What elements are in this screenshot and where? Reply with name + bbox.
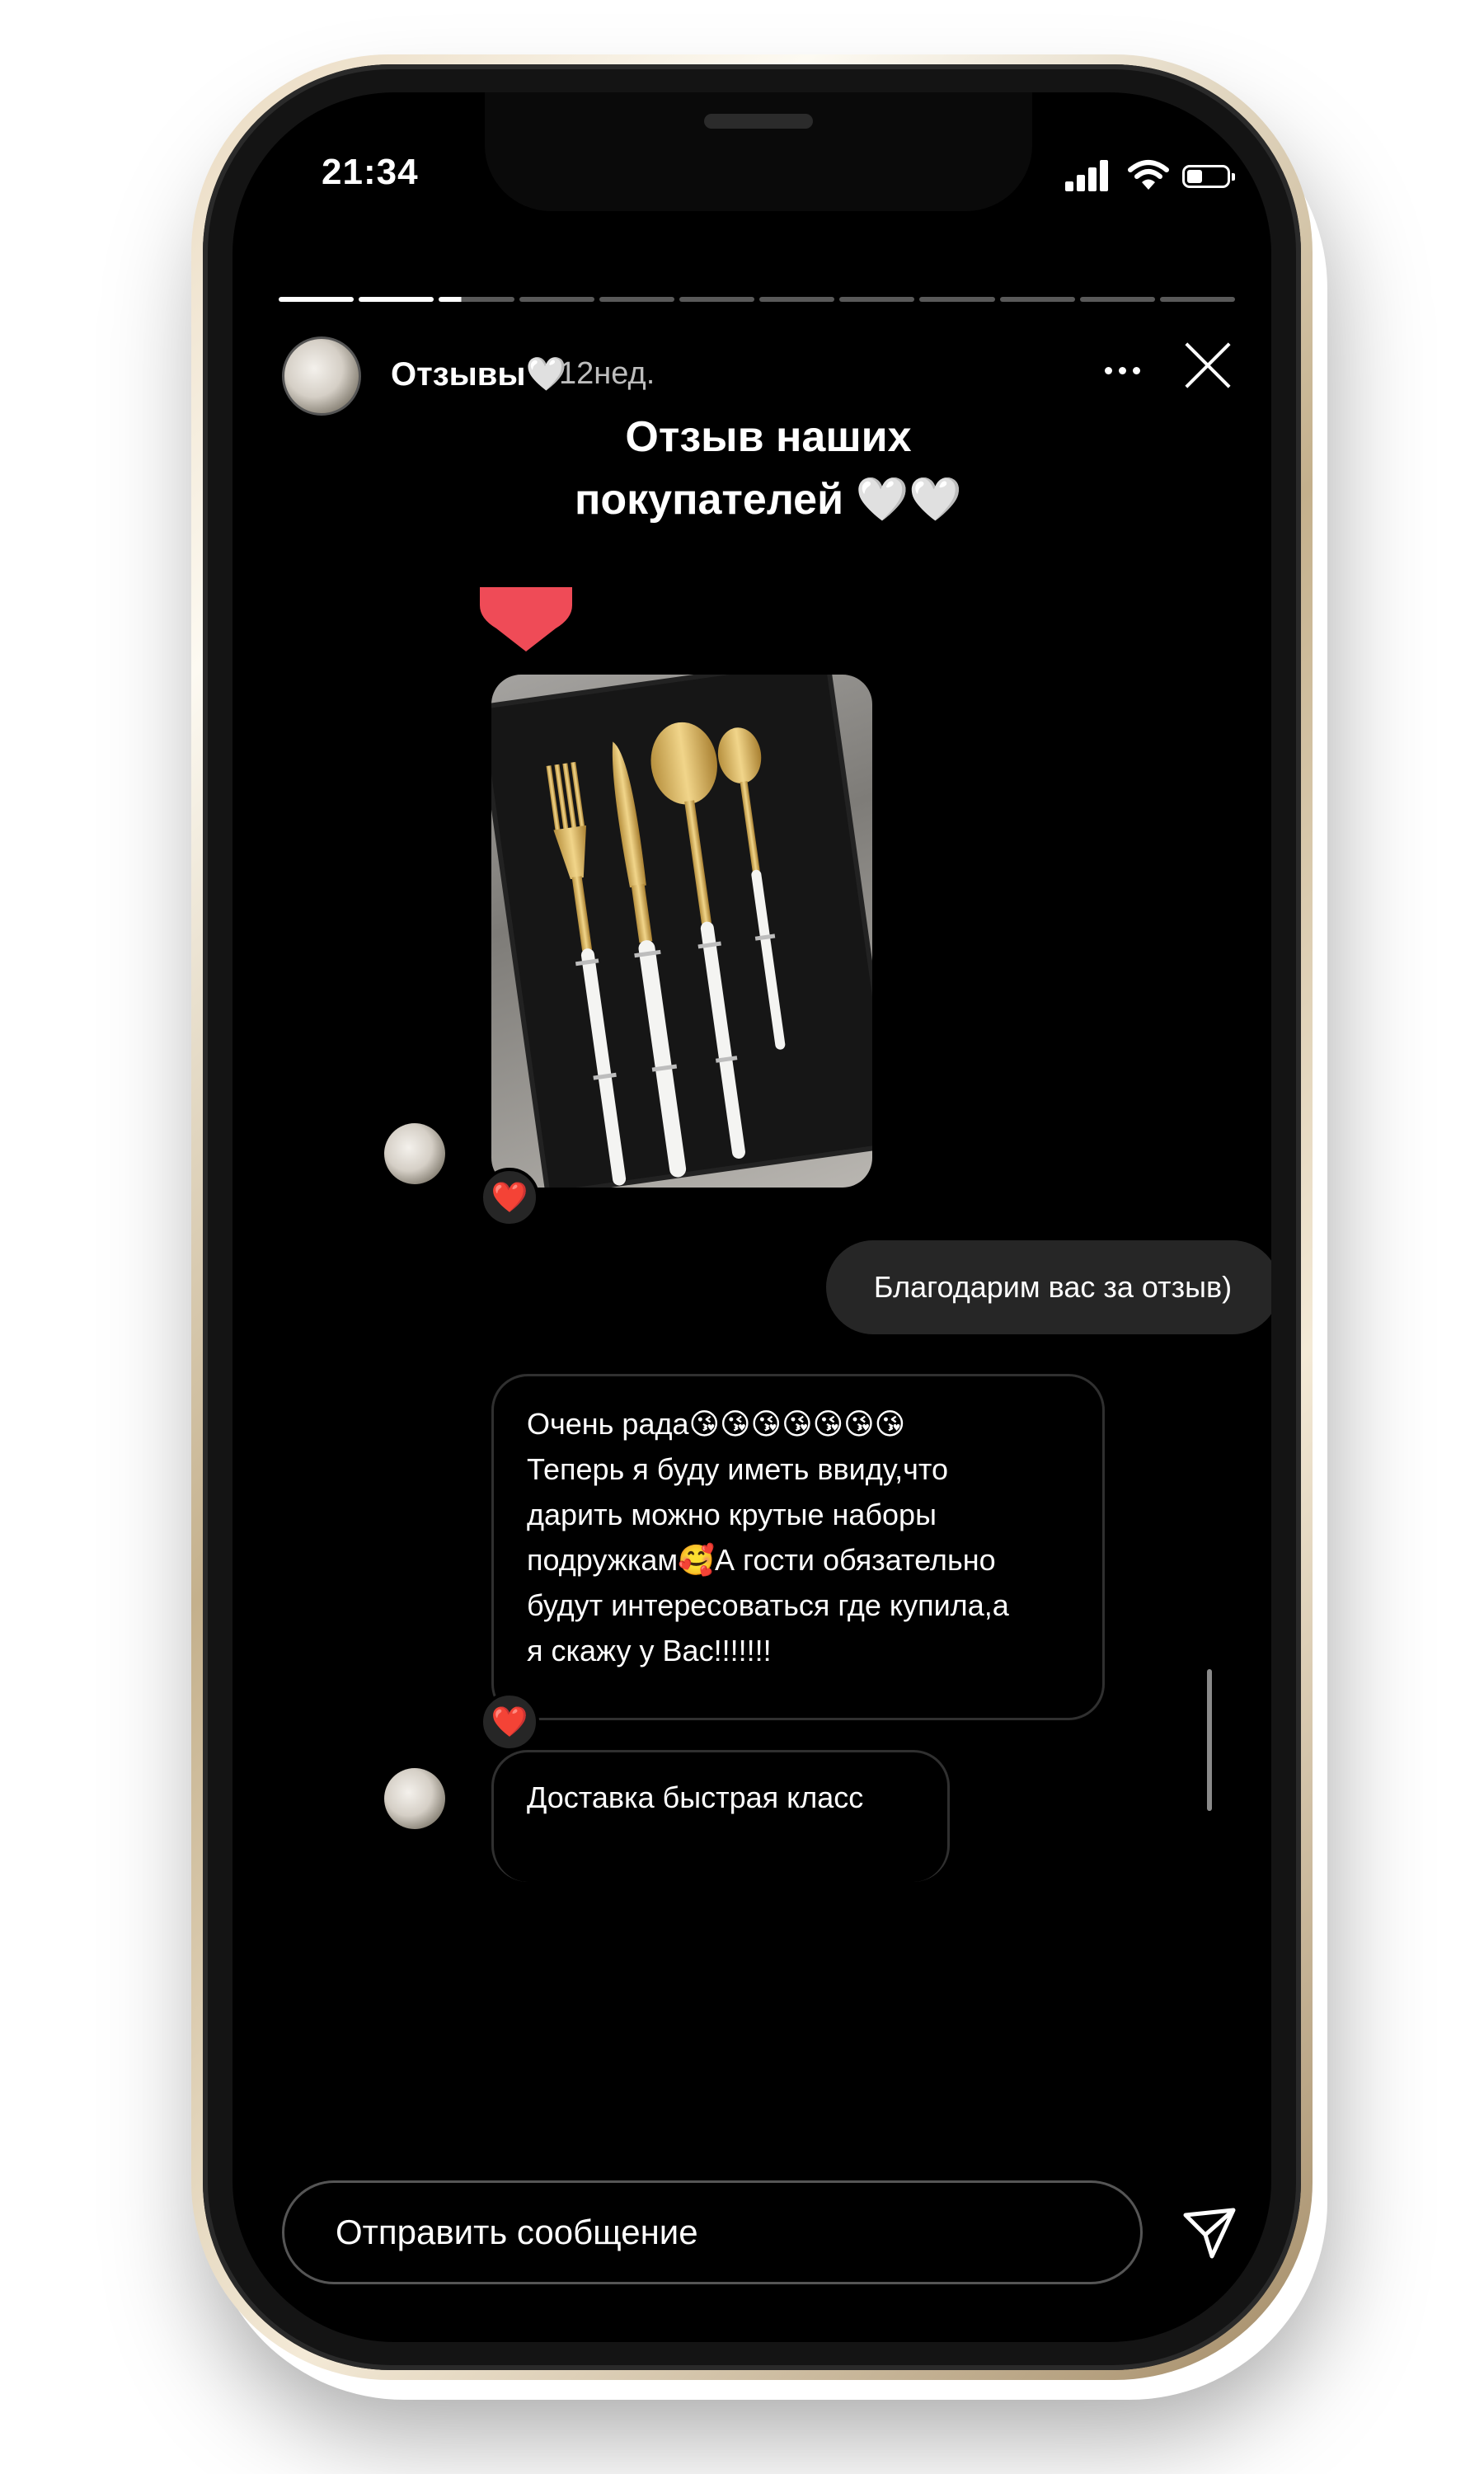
cellular-signal-icon: [1065, 158, 1115, 191]
story-progress-segment: [919, 297, 995, 302]
chat-scrollbar[interactable]: [1207, 1669, 1212, 1811]
story-account-name[interactable]: Отзывы🤍: [391, 355, 566, 393]
story-progress-segment: [759, 297, 835, 302]
message-line: Теперь я буду иметь ввиду,что: [527, 1452, 948, 1486]
cutlery-set-icon: [546, 722, 786, 1186]
message-line: будут интересоваться где купила,а: [527, 1588, 1009, 1622]
send-message-input[interactable]: Отправить сообщение: [282, 2180, 1143, 2284]
story-progress-segment: [839, 297, 915, 302]
red-heart-sticker-icon: [480, 587, 572, 651]
story-progress-segment: [1159, 297, 1236, 302]
story-account-avatar[interactable]: [282, 336, 361, 416]
notch: [485, 92, 1032, 211]
account-name-text: Отзывы: [391, 356, 526, 393]
incoming-message-bubble[interactable]: Очень рада😘😘😘😘😘😘😘 Теперь я буду иметь вв…: [491, 1374, 1105, 1720]
send-icon[interactable]: [1181, 2204, 1238, 2261]
phone-frame: 21:34 Отзывы�: [191, 54, 1313, 2380]
story-progress-segment: [519, 297, 594, 302]
message-line: я скажу у Вас!!!!!!!: [527, 1634, 772, 1667]
message-reaction-heart-icon[interactable]: ❤️: [480, 1692, 539, 1752]
status-time: 21:34: [322, 152, 419, 192]
story-progress-segment: [679, 297, 755, 302]
story-progress-segment: [439, 297, 514, 302]
message-line: Очень рада😘😘😘😘😘😘😘: [527, 1407, 906, 1441]
message-line: подружкам🥰А гости обязательно: [527, 1543, 996, 1577]
story-progress-segment: [599, 297, 674, 302]
sender-avatar[interactable]: [384, 1768, 445, 1829]
story-progress-bar: [279, 297, 1236, 302]
message-line: дарить можно крутые наборы: [527, 1498, 937, 1531]
story-caption: Отзыв наших покупателей 🤍🤍: [397, 406, 1139, 531]
outgoing-message-bubble[interactable]: Благодарим вас за отзыв): [826, 1240, 1271, 1334]
story-progress-segment: [279, 297, 355, 302]
close-icon[interactable]: [1181, 338, 1235, 393]
cutlery-photo[interactable]: [491, 675, 872, 1188]
story-screen: 21:34 Отзывы�: [232, 92, 1271, 2342]
story-progress-segment: [359, 297, 434, 302]
story-progress-segment: [1079, 297, 1155, 302]
photo-reaction-heart-icon[interactable]: ❤️: [480, 1168, 539, 1227]
sender-avatar[interactable]: [384, 1123, 445, 1184]
incoming-message-bubble-2[interactable]: Доставка быстрая класс: [491, 1750, 950, 1882]
story-posted-ago: 12нед.: [559, 356, 655, 391]
speaker-grille: [704, 114, 813, 129]
more-options-icon[interactable]: [1090, 340, 1156, 397]
battery-icon: [1182, 165, 1235, 188]
caption-line-1: Отзыв наших: [625, 413, 912, 461]
story-progress-segment: [999, 297, 1075, 302]
wifi-icon: [1128, 160, 1169, 190]
phone-bezel: 21:34 Отзывы�: [203, 64, 1301, 2370]
caption-line-2: покупателей 🤍🤍: [574, 476, 962, 524]
